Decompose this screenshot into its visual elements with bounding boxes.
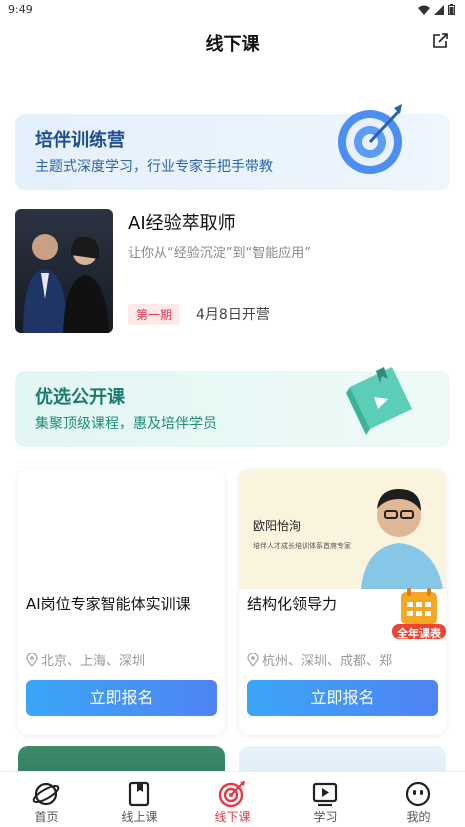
target-icon <box>338 104 402 174</box>
camp-banner[interactable]: 培伴训练营 主题式深度学习，行业专家手把手带教 <box>15 104 450 190</box>
tab-mine[interactable]: 我的 <box>372 772 465 827</box>
signup-button[interactable]: 立即报名 <box>247 680 438 716</box>
tab-label: 线上课 <box>121 810 158 824</box>
status-icons <box>418 4 455 15</box>
annual-schedule-button[interactable]: 全年课表 <box>389 584 449 642</box>
book-icon <box>346 367 412 435</box>
status-time: 9:49 <box>8 3 33 16</box>
tab-offline-course[interactable]: 线下课 <box>186 772 279 827</box>
speaker-photo <box>361 489 443 589</box>
page-title: 线下课 <box>205 34 260 55</box>
tab-online-course[interactable]: 线上课 <box>93 772 186 827</box>
planet-icon <box>32 782 60 806</box>
course-title: AI经验萃取师 <box>128 213 236 234</box>
tab-label: 学习 <box>313 810 338 824</box>
camp-subtitle: 主题式深度学习，行业专家手把手带教 <box>35 159 273 175</box>
course-locations: 杭州、深圳、成都、郑 <box>247 650 392 669</box>
locations-text: 北京、上海、深圳 <box>41 654 146 669</box>
book-icon <box>128 781 150 807</box>
status-bar: 9:49 <box>0 0 465 22</box>
tab-home[interactable]: 首页 <box>0 772 93 827</box>
public-course-title: 优选公开课 <box>35 387 125 408</box>
bottom-tabbar: 首页 线上课 线下课 学习 我的 <box>0 771 465 827</box>
open-date: 4月8日开营 <box>196 307 270 323</box>
location-pin-icon <box>247 652 259 667</box>
share-icon[interactable] <box>431 32 449 50</box>
next-course-card[interactable] <box>18 746 225 771</box>
content: 培伴训练营 主题式深度学习，行业专家手把手带教 AI经验萃取师 让你从“经验沉淀… <box>0 66 465 771</box>
course-card-ai[interactable]: AI岗位专家智能体实训课 北京、上海、深圳 立即报名 <box>18 469 225 735</box>
camp-title: 培伴训练营 <box>35 130 125 151</box>
target-icon <box>218 781 245 808</box>
signal-icon <box>434 4 444 15</box>
next-course-card[interactable] <box>239 746 446 771</box>
course-image: 欧阳怡洵 培伴人才成长培训体系首席专家 <box>239 469 446 589</box>
public-course-banner[interactable]: 优选公开课 集聚顶级课程，惠及培伴学员 <box>15 367 450 447</box>
signup-button[interactable]: 立即报名 <box>26 680 217 716</box>
speaker-desc: 培伴人才成长培训体系首席专家 <box>253 542 351 550</box>
course-photo <box>15 209 113 333</box>
tab-learning[interactable]: 学习 <box>279 772 372 827</box>
tab-label: 线下课 <box>214 810 251 824</box>
location-pin-icon <box>26 652 38 667</box>
locations-text: 杭州、深圳、成都、郑 <box>262 654 393 669</box>
public-course-subtitle: 集聚顶级课程，惠及培伴学员 <box>35 416 217 432</box>
battery-icon <box>448 4 455 15</box>
speaker-name: 欧阳怡洵 <box>253 519 302 533</box>
header: 线下课 <box>0 22 465 66</box>
phase-badge: 第一期 <box>128 304 181 325</box>
tab-label: 首页 <box>34 810 59 824</box>
course-subtitle: 让你从“经验沉淀”到“智能应用” <box>128 246 311 261</box>
course-card-title: AI岗位专家智能体实训课 <box>26 595 191 613</box>
calendar-badge-label: 全年课表 <box>397 627 441 640</box>
wifi-icon <box>418 5 430 15</box>
course-card-title: 结构化领导力 <box>247 595 338 613</box>
course-image <box>18 469 225 589</box>
play-icon <box>312 782 338 807</box>
face-icon <box>405 781 431 807</box>
tab-label: 我的 <box>406 810 431 824</box>
course-locations: 北京、上海、深圳 <box>26 650 145 669</box>
featured-course-card[interactable]: AI经验萃取师 让你从“经验沉淀”到“智能应用” 第一期 4月8日开营 <box>15 209 450 335</box>
